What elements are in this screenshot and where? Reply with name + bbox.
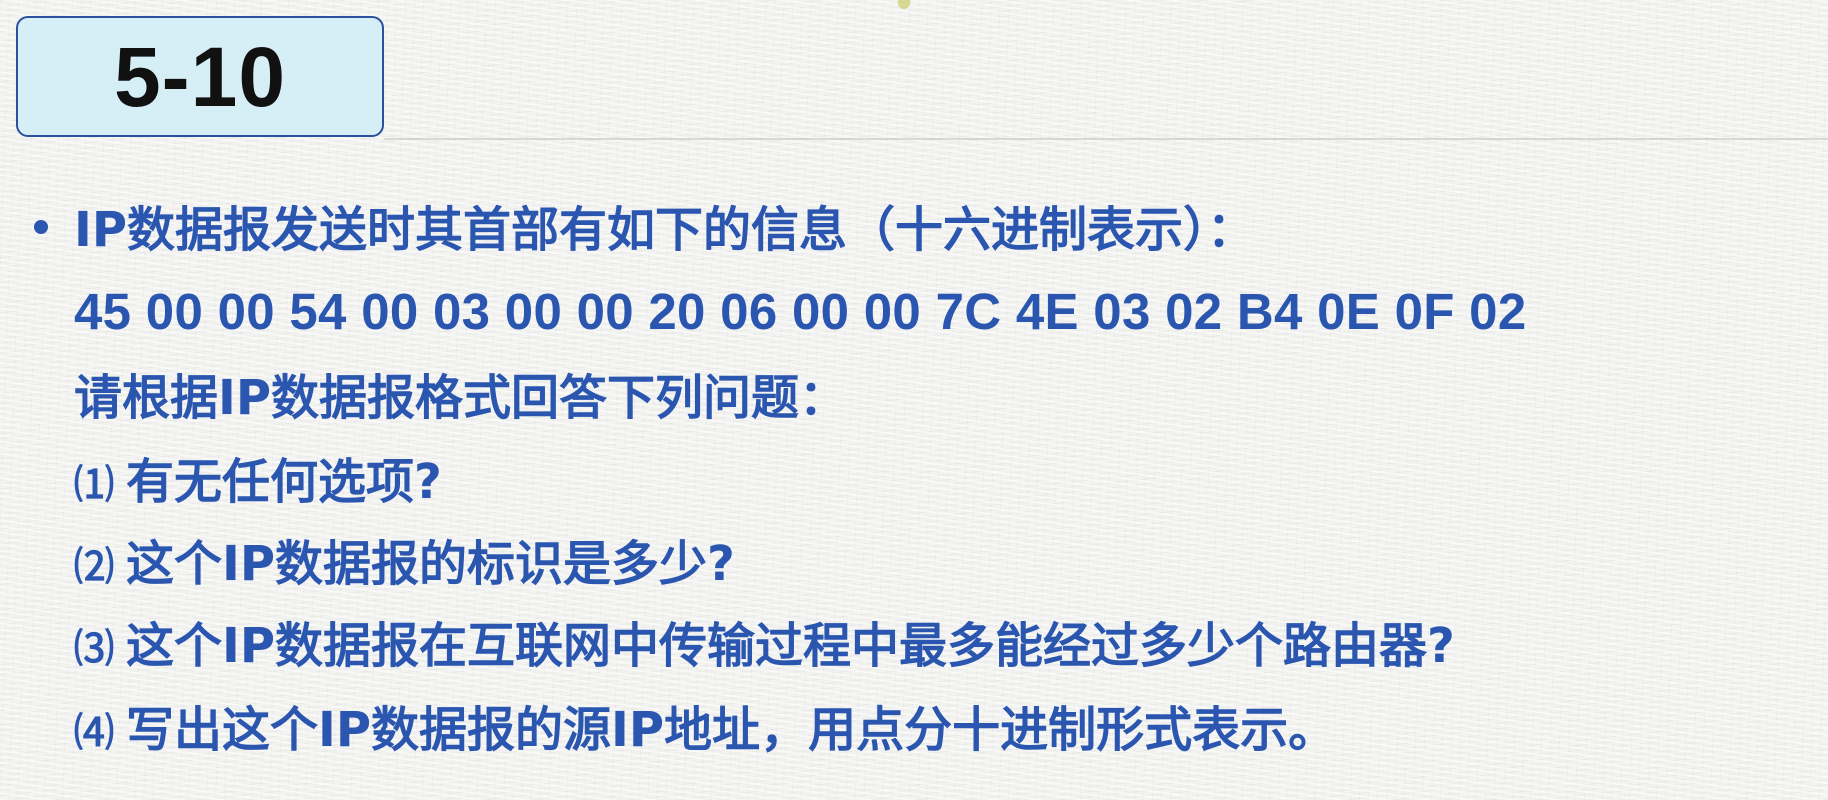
header-divider	[384, 138, 1828, 140]
slide-title: 5-10	[113, 29, 287, 124]
bullet-icon	[34, 220, 48, 234]
question-text: 写出这个IP数据报的源IP地址，用点分十进制形式表示。	[126, 702, 1337, 758]
instruction-text: 请根据IP数据报格式回答下列问题：	[74, 370, 848, 426]
question-item-1: ⑴ 有无任何选项?	[74, 450, 442, 517]
decorative-leaf-icon	[898, 0, 910, 9]
question-text: 有无任何选项?	[126, 454, 442, 510]
question-text: 这个IP数据报在互联网中传输过程中最多能经过多少个路由器?	[126, 618, 1455, 674]
question-item-2: ⑵ 这个IP数据报的标识是多少?	[74, 532, 735, 599]
hex-header-values: 45 00 00 54 00 03 00 00 20 06 00 00 7C 4…	[74, 283, 1527, 340]
title-box: 5-10	[16, 16, 384, 137]
question-item-4: ⑷ 写出这个IP数据报的源IP地址，用点分十进制形式表示。	[74, 698, 1336, 765]
question-number: ⑷	[74, 710, 114, 756]
intro-text: IP数据报发送时其首部有如下的信息（十六进制表示）：	[74, 202, 1256, 258]
slide: 5-10 IP数据报发送时其首部有如下的信息（十六进制表示）： 45 00 00…	[0, 0, 1828, 800]
question-text: 这个IP数据报的标识是多少?	[126, 536, 735, 592]
question-number: ⑵	[74, 544, 114, 590]
question-item-3: ⑶ 这个IP数据报在互联网中传输过程中最多能经过多少个路由器?	[74, 614, 1455, 681]
question-number: ⑴	[74, 462, 114, 508]
question-number: ⑶	[74, 626, 114, 672]
